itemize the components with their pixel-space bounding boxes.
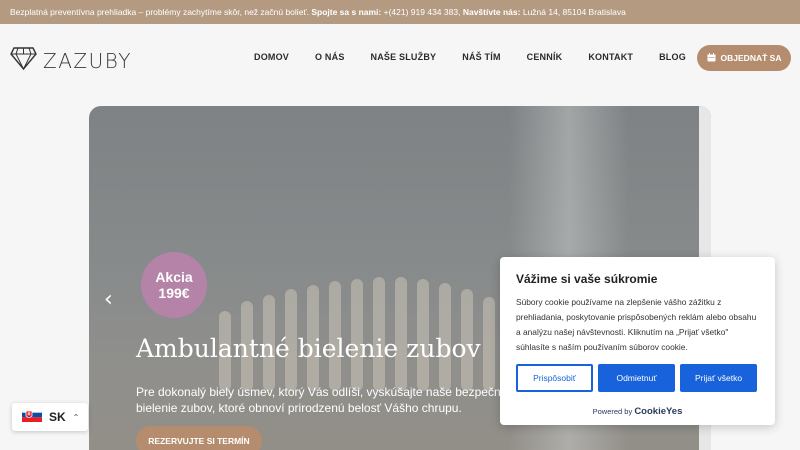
cookie-reject-button[interactable]: Odmietnuť	[598, 364, 675, 392]
nav-item-cennik[interactable]: CENNÍK	[527, 52, 563, 62]
chevron-up-icon: ⌃	[72, 412, 80, 422]
cookie-customize-button[interactable]: Prispôsobiť	[516, 364, 593, 392]
reserve-button[interactable]: REZERVUJTE SI TERMÍN	[136, 426, 262, 450]
tooth-diamond-icon	[10, 46, 37, 75]
site-logo[interactable]: ZAZUBY	[10, 46, 132, 75]
nav-item-o-nas[interactable]: O NÁS	[315, 52, 345, 62]
order-button[interactable]: OBJEDNAŤ SA	[697, 45, 791, 71]
topbar-address[interactable]: Lužná 14, 85104 Bratislava	[523, 7, 626, 17]
order-button-label: OBJEDNAŤ SA	[720, 53, 782, 63]
cookie-text: Súbory cookie používame na zlepšenie váš…	[516, 297, 757, 352]
cookie-buttons: Prispôsobiť Odmietnuť Prijať všetko	[516, 364, 757, 392]
nav-item-blog[interactable]: BLOG	[659, 52, 686, 62]
calendar-icon	[707, 52, 716, 64]
language-switcher[interactable]: SK ⌃	[12, 403, 88, 431]
nav-item-domov[interactable]: DOMOV	[254, 52, 289, 62]
promo-price: 199€	[158, 285, 190, 301]
powered-by-label: Powered by	[592, 407, 633, 416]
hero-background-image	[219, 277, 495, 391]
nav-item-nase-sluzby[interactable]: NAŠE SLUŽBY	[371, 52, 437, 62]
site-header: ZAZUBY DOMOV O NÁS NAŠE SLUŽBY NÁŠ TÍM C…	[0, 24, 800, 96]
promo-badge: Akcia 199€	[141, 252, 207, 318]
topbar-phone-label: Spojte sa s nami:	[311, 7, 382, 17]
cookie-powered-by[interactable]: Powered by CookieYes	[500, 406, 775, 417]
cookie-title: Vážime si vaše súkromie	[516, 272, 658, 286]
hero-title: Ambulantné bielenie zubov	[136, 334, 481, 363]
main-nav: DOMOV O NÁS NAŠE SLUŽBY NÁŠ TÍM CENNÍK K…	[254, 52, 712, 62]
cookie-consent-dialog: Vážime si vaše súkromie Súbory cookie po…	[500, 257, 775, 425]
top-info-bar: Bezplatná preventívna prehliadka – probl…	[0, 0, 800, 24]
logo-text: ZAZUBY	[43, 48, 132, 73]
cookieyes-logo: CookieYes	[634, 406, 683, 417]
topbar-promo-text: Bezplatná preventívna prehliadka – probl…	[10, 7, 309, 17]
nav-item-nas-tim[interactable]: NÁŠ TÍM	[462, 52, 500, 62]
promo-label: Akcia	[155, 269, 193, 285]
topbar-visit-label: Navštívte nás:	[462, 7, 521, 17]
slovakia-flag-icon	[21, 407, 43, 427]
chevron-left-icon[interactable]: ‹	[104, 289, 113, 311]
language-code: SK	[49, 410, 66, 424]
topbar-phone[interactable]: +(421) 919 434 383,	[384, 7, 461, 17]
nav-item-kontakt[interactable]: KONTAKT	[588, 52, 633, 62]
cookie-accept-button[interactable]: Prijať všetko	[680, 364, 757, 392]
hero-description: Pre dokonalý biely úsmev, ktorý Vás odlí…	[136, 385, 508, 415]
